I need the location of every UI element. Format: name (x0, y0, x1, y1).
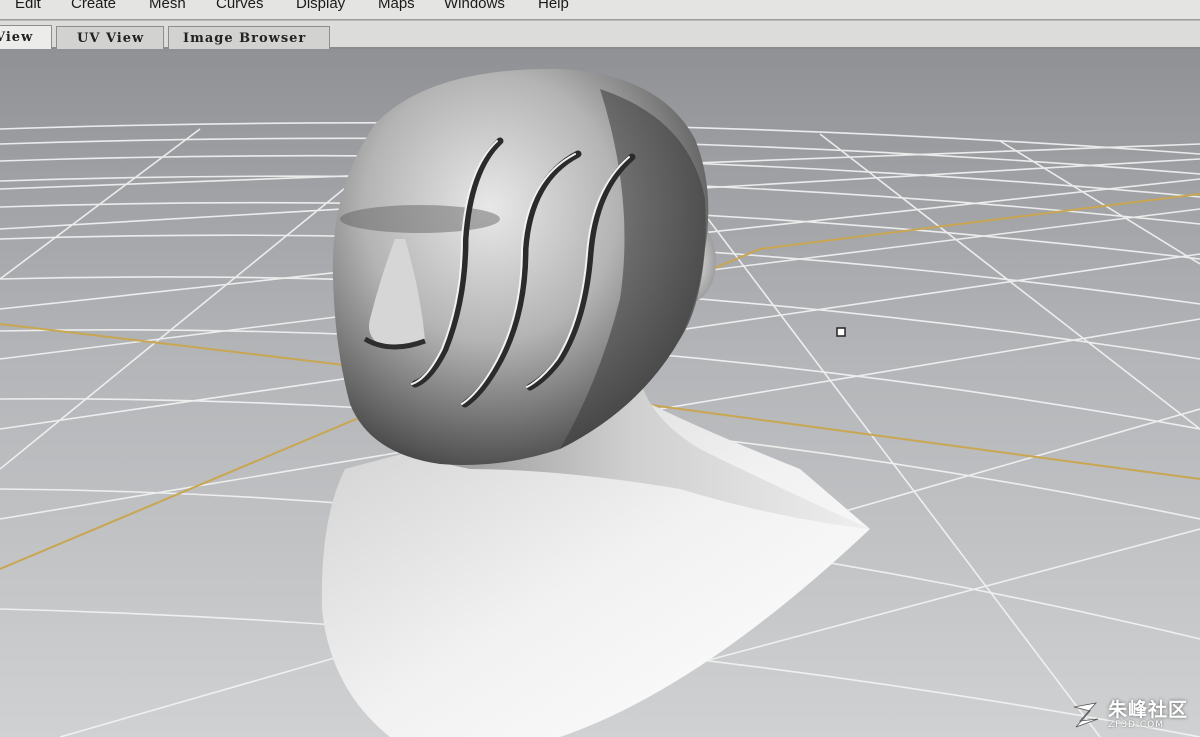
menu-curves[interactable]: Curves (216, 0, 264, 11)
menu-help[interactable]: Help (538, 0, 569, 11)
tab-view[interactable]: View (0, 25, 52, 49)
viewport-canvas[interactable] (0, 49, 1200, 737)
watermark-subtitle: ZF3D.COM (1107, 720, 1164, 730)
menu-mesh[interactable]: Mesh (149, 0, 186, 11)
menu-edit[interactable]: Edit (15, 0, 41, 11)
menu-windows[interactable]: Windows (444, 0, 505, 11)
tab-image-browser[interactable]: Image Browser (168, 26, 330, 49)
zf3d-logo-icon (1073, 702, 1099, 728)
tab-uv-view[interactable]: UV View (56, 26, 164, 49)
menu-bar: Edit Create Mesh Curves Display Maps Win… (0, 0, 1200, 20)
menu-create[interactable]: Create (71, 0, 116, 11)
watermark: 朱峰社区 ZF3D.COM (1070, 699, 1188, 731)
3d-viewport[interactable]: 朱峰社区 ZF3D.COM (0, 49, 1200, 737)
watermark-title: 朱峰社区 (1107, 699, 1188, 721)
menu-display[interactable]: Display (296, 0, 345, 11)
view-tab-bar: View UV View Image Browser (0, 21, 1200, 49)
pivot-marker (836, 327, 846, 337)
menu-maps[interactable]: Maps (378, 0, 415, 11)
